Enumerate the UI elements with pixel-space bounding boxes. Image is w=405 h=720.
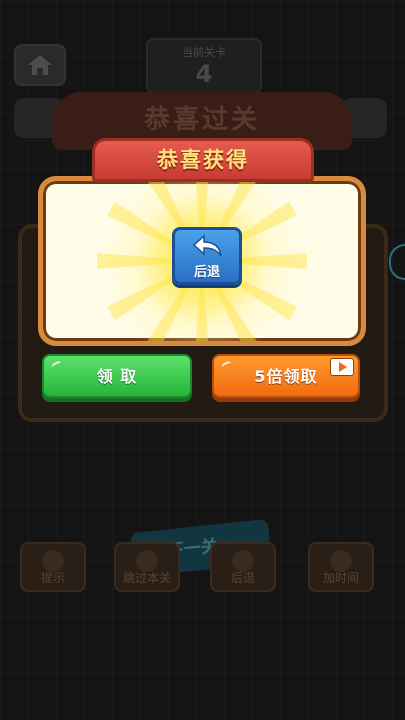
skip-label: 跳过本关 xyxy=(122,571,171,585)
home-icon xyxy=(28,55,52,75)
video-play-icon xyxy=(330,358,354,376)
undo-label: 后退 xyxy=(230,571,255,585)
level-number: 4 xyxy=(195,60,213,88)
claim-label: 领 取 xyxy=(96,367,138,386)
button-shine xyxy=(220,360,234,371)
button-shine xyxy=(50,360,64,371)
add-time-label: 加时间 xyxy=(322,571,359,585)
claim-5x-label: 5倍领取 xyxy=(254,367,318,386)
reward-label: 后退 xyxy=(193,265,220,280)
hint-label: 提示 xyxy=(40,571,65,585)
claim-5x-button[interactable]: 5倍领取 xyxy=(212,354,360,398)
level-indicator: 当前关卡 4 xyxy=(146,38,262,94)
modal-title: 恭喜获得 xyxy=(92,138,314,182)
reward-undo-item: 后退 xyxy=(172,227,242,285)
add-time-button[interactable]: 加时间 xyxy=(308,542,374,592)
level-title: 当前关卡 xyxy=(182,46,226,59)
hint-button[interactable]: 提示 xyxy=(20,542,86,592)
home-button[interactable] xyxy=(14,44,66,86)
undo-button[interactable]: 后退 xyxy=(210,542,276,592)
undo-arrow-icon xyxy=(192,234,222,257)
claim-button[interactable]: 领 取 xyxy=(42,354,192,398)
reward-card: 后退 xyxy=(38,176,366,346)
skip-level-button[interactable]: 跳过本关 xyxy=(114,542,180,592)
